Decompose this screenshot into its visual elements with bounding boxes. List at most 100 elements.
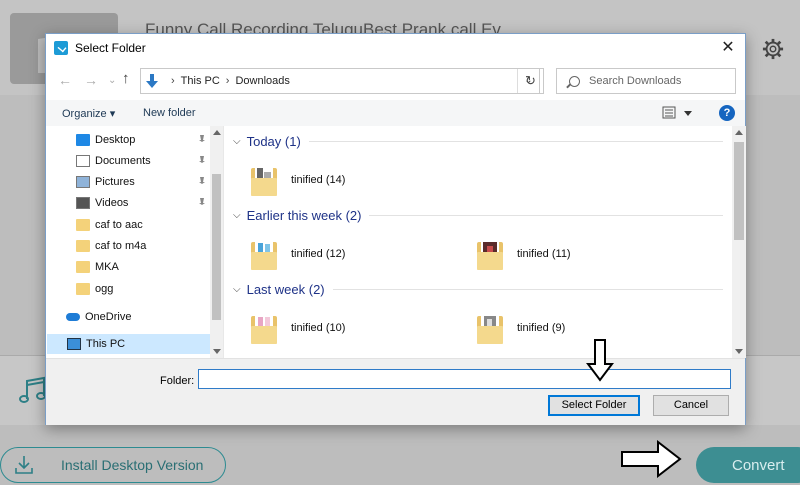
dialog-titlebar: Select Folder [46,34,745,62]
folder-item[interactable]: tinified (12) [251,238,345,270]
search-icon [569,75,580,87]
folder-item[interactable]: tinified (9) [477,312,565,344]
sidebar-item-label: This PC [86,338,126,350]
download-icon [15,456,33,474]
search-placeholder: Search Downloads [589,75,682,87]
folder-icon [251,312,277,344]
sidebar-item-ogg[interactable]: ogg [76,279,212,299]
sidebar-item-label: caf to m4a [95,240,147,252]
folder-icon [76,219,90,231]
app-bird-icon [54,41,68,55]
organize-menu[interactable]: Organize ▾ [62,107,115,120]
group-header-today[interactable]: ⌵ Today (1) [233,134,723,149]
group-divider [369,215,723,216]
breadcrumb-this-pc[interactable]: This PC [181,75,220,87]
install-desktop-button[interactable]: Install Desktop Version [0,447,226,483]
new-folder-button[interactable]: New folder [143,107,196,119]
nav-scrollbar[interactable] [210,126,223,358]
collapse-chevron-icon[interactable]: ⌵ [233,210,241,221]
install-desktop-label: Install Desktop Version [61,457,204,473]
sidebar-item-pictures[interactable]: Pictures [76,172,212,192]
folder-icon [76,261,90,273]
down-arrow-annotation-icon [586,339,614,382]
pin-icon[interactable] [198,156,206,166]
cancel-button[interactable]: Cancel [653,395,729,416]
up-arrow-icon[interactable]: ↑ [122,70,130,87]
sidebar-item-label: caf to aac [95,219,143,231]
scroll-up-icon[interactable] [735,130,743,135]
sidebar-item-this-pc[interactable]: This PC [47,334,210,354]
folder-name-input[interactable] [198,369,731,389]
file-list-pane: ⌵ Today (1) tinified (14) ⌵ Earlier this… [227,126,746,358]
videos-icon [76,197,90,209]
back-arrow-icon[interactable]: ← [58,72,72,88]
breadcrumb-separator: › [171,75,175,87]
settings-gear-icon[interactable] [762,38,784,60]
command-toolbar: Organize ▾ New folder ? [46,100,745,126]
navigation-pane: Desktop Documents Pictures Videos caf to… [46,126,224,358]
sidebar-item-label: Pictures [95,176,135,188]
select-folder-button[interactable]: Select Folder [548,395,640,416]
sidebar-item-label: Videos [95,197,129,209]
pin-icon[interactable] [198,198,206,208]
collapse-chevron-icon[interactable]: ⌵ [233,136,241,147]
help-icon[interactable]: ? [719,105,735,121]
pin-icon[interactable] [198,135,206,145]
sidebar-item-videos[interactable]: Videos [76,193,212,213]
folder-icon [76,240,90,252]
search-input[interactable]: Search Downloads [556,68,736,94]
group-header-earlier-this-week[interactable]: ⌵ Earlier this week (2) [233,208,723,223]
sidebar-item-label: ogg [95,283,114,295]
group-header-last-week[interactable]: ⌵ Last week (2) [233,282,723,297]
folder-item-label: tinified (12) [291,248,346,260]
scroll-up-icon[interactable] [213,130,221,135]
folder-icon [251,164,277,196]
group-divider [332,289,723,290]
desktop-icon [76,134,90,146]
this-pc-icon [67,338,81,350]
file-list-scrollbar[interactable] [732,126,746,358]
forward-arrow-icon[interactable]: → [84,72,98,88]
dialog-title: Select Folder [75,41,146,55]
sidebar-item-onedrive[interactable]: OneDrive [66,307,202,327]
close-icon[interactable]: ✕ [719,39,737,57]
convert-button[interactable]: Convert [696,447,800,483]
refresh-icon[interactable]: ↻ [518,68,544,94]
sidebar-item-caf-to-m4a[interactable]: caf to m4a [76,236,212,256]
folder-field-label: Folder: [160,375,195,387]
group-divider [308,141,723,142]
address-row: ← → ⌄ ↑ › This PC › Downloads ⌄ ↻ Search… [46,68,745,94]
documents-icon [76,155,90,167]
folder-icon [251,238,277,270]
scrollbar-thumb[interactable] [212,174,221,320]
folder-icon [477,312,503,344]
sidebar-item-caf-to-aac[interactable]: caf to aac [76,215,212,235]
folder-icon [477,238,503,270]
pin-icon[interactable] [198,177,206,187]
folder-item[interactable]: tinified (14) [251,164,345,196]
folder-item[interactable]: tinified (10) [251,312,345,344]
change-view-icon[interactable] [662,106,696,120]
sidebar-item-label: MKA [95,261,119,273]
sidebar-item-documents[interactable]: Documents [76,151,212,171]
sidebar-item-label: OneDrive [85,311,132,323]
pictures-icon [76,176,90,188]
sidebar-item-mka[interactable]: MKA [76,257,212,277]
scroll-down-icon[interactable] [213,349,221,354]
recent-locations-dropdown-icon[interactable]: ⌄ [108,75,116,86]
group-header-label: Last week (2) [246,282,325,297]
folder-item-label: tinified (10) [291,322,346,334]
group-header-label: Today (1) [246,134,301,149]
folder-item[interactable]: tinified (11) [477,238,571,270]
sidebar-item-desktop[interactable]: Desktop [76,130,212,150]
group-header-label: Earlier this week (2) [246,208,362,223]
folder-icon [76,283,90,295]
folder-item-label: tinified (14) [291,174,346,186]
collapse-chevron-icon[interactable]: ⌵ [233,284,241,295]
scroll-down-icon[interactable] [735,349,743,354]
scrollbar-thumb[interactable] [734,142,744,240]
address-bar[interactable]: › This PC › Downloads ⌄ [140,68,540,94]
folder-item-label: tinified (11) [517,248,571,260]
breadcrumb-downloads[interactable]: Downloads [235,75,289,87]
sidebar-item-label: Desktop [95,134,136,146]
